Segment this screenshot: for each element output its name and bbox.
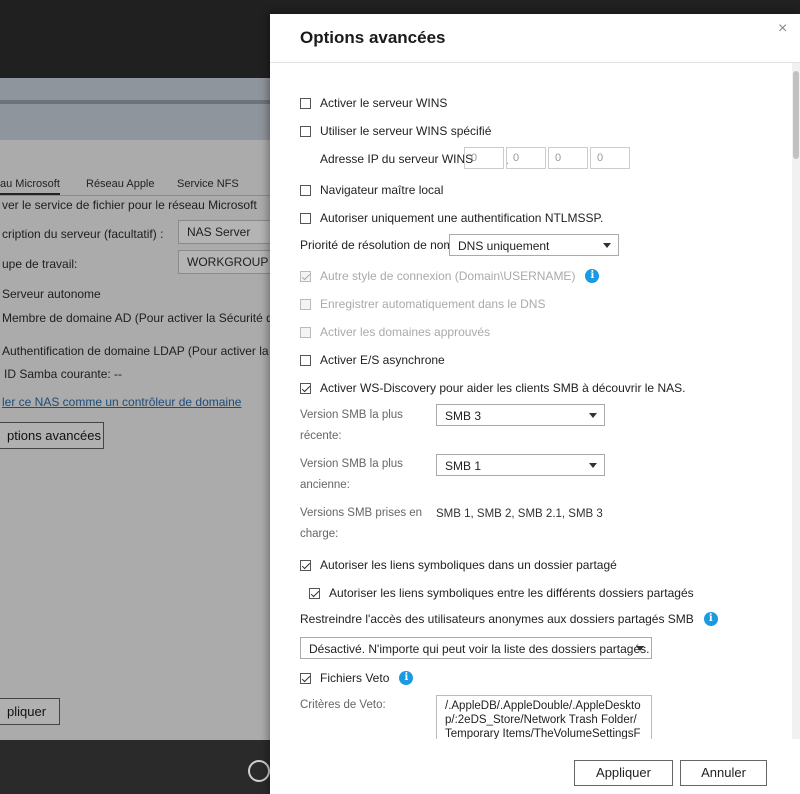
wins-ip-octet-3[interactable]: 0 [548, 147, 588, 169]
ws-discovery-row[interactable]: Activer WS-Discovery pour aider les clie… [300, 381, 685, 395]
wins-specified-row[interactable]: Utiliser le serveur WINS spécifié [300, 124, 491, 138]
smb-max-select[interactable]: SMB 3 [436, 404, 605, 426]
background-apply-button[interactable]: pliquer [0, 698, 60, 725]
info-icon[interactable]: i [399, 671, 414, 685]
veto-files-row[interactable]: Fichiers Veto i [300, 671, 414, 685]
dns-register-checkbox[interactable] [300, 298, 311, 310]
veto-files-checkbox[interactable] [300, 672, 311, 684]
cancel-button[interactable]: Annuler [680, 760, 767, 786]
anon-restrict-select[interactable]: Désactivé. N'importe qui peut voir la li… [300, 637, 652, 659]
wins-specified-label: Utiliser le serveur WINS spécifié [320, 124, 492, 138]
wins-specified-checkbox[interactable] [300, 125, 311, 137]
workgroup-input[interactable]: WORKGROUP [178, 250, 270, 274]
veto-criteria-label: Critères de Veto: [300, 699, 386, 711]
chevron-down-icon [589, 413, 597, 418]
veto-criteria-textarea[interactable]: /.AppleDB/.AppleDouble/.AppleDesktop/:2e… [436, 695, 652, 739]
login-style-checkbox[interactable] [300, 270, 311, 282]
ntlmssp-checkbox[interactable] [300, 212, 311, 224]
async-io-checkbox[interactable] [300, 354, 311, 366]
info-icon[interactable]: i [585, 269, 600, 283]
smb-min-select[interactable]: SMB 1 [436, 454, 605, 476]
ws-discovery-label: Activer WS-Discovery pour aider les clie… [320, 381, 686, 395]
trusted-domains-label: Activer les domaines approuvés [320, 325, 491, 339]
local-master-label: Navigateur maître local [320, 183, 444, 197]
tab-apple-network[interactable]: Réseau Apple [86, 178, 155, 190]
async-io-row[interactable]: Activer E/S asynchrone [300, 353, 445, 367]
advanced-options-dialog: Options avancées × Activer le serveur WI… [270, 14, 800, 794]
wins-server-checkbox[interactable] [300, 97, 311, 109]
name-resolution-select[interactable]: DNS uniquement [449, 234, 619, 256]
symlinks-share-checkbox[interactable] [300, 559, 311, 571]
apply-button[interactable]: Appliquer [574, 760, 673, 786]
wins-ip-octet-1[interactable]: 0 [464, 147, 504, 169]
login-style-label: Autre style de connexion (Domain\USERNAM… [320, 269, 576, 283]
symlinks-cross-label: Autoriser les liens symboliques entre le… [329, 586, 694, 600]
anon-restrict-row: Restreindre l'accès des utilisateurs ano… [300, 612, 718, 626]
symlinks-cross-row[interactable]: Autoriser les liens symboliques entre le… [309, 586, 694, 600]
symlinks-cross-checkbox[interactable] [309, 587, 320, 599]
local-master-checkbox[interactable] [300, 184, 311, 196]
symlinks-share-label: Autoriser les liens symboliques dans un … [320, 558, 617, 572]
ntlmssp-row[interactable]: Autoriser uniquement une authentificatio… [300, 211, 603, 225]
server-description-input[interactable]: NAS Server [178, 220, 270, 244]
background-tab-bar: au Microsoft Réseau Apple Service NFS [0, 174, 270, 196]
async-io-label: Activer E/S asynchrone [320, 353, 445, 367]
wins-ip-label: Adresse IP du serveur WINS [320, 152, 474, 166]
standalone-server-option[interactable]: Serveur autonome [2, 287, 101, 301]
trusted-domains-checkbox[interactable] [300, 326, 311, 338]
chevron-down-icon [589, 463, 597, 468]
dns-register-label: Enregistrer automatiquement dans le DNS [320, 297, 546, 311]
ws-discovery-checkbox[interactable] [300, 382, 311, 394]
ntlmssp-label: Autoriser uniquement une authentificatio… [320, 211, 604, 225]
domain-controller-link[interactable]: ler ce NAS comme un contrôleur de domain… [2, 395, 241, 409]
samba-id-text: ID Samba courante: -- [4, 367, 123, 381]
wins-ip-octet-4[interactable]: 0 [590, 147, 630, 169]
login-style-row[interactable]: Autre style de connexion (Domain\USERNAM… [300, 269, 600, 283]
background-window-header [0, 78, 270, 140]
trusted-domains-row[interactable]: Activer les domaines approuvés [300, 325, 490, 339]
bottom-bar [0, 740, 270, 794]
wins-server-row[interactable]: Activer le serveur WINS [300, 96, 447, 110]
smb-supported-value: SMB 1, SMB 2, SMB 2.1, SMB 3 [436, 508, 603, 520]
close-icon[interactable]: × [778, 20, 787, 38]
tab-nfs-service[interactable]: Service NFS [177, 178, 239, 190]
app-icon [248, 760, 270, 782]
smb-supported-label: Versions SMB prises en charge: [300, 507, 423, 540]
name-resolution-label: Priorité de résolution de nom: [300, 238, 457, 252]
wins-server-label: Activer le serveur WINS [320, 96, 448, 110]
smb-max-label: Version SMB la plus récente: [300, 409, 403, 442]
veto-files-label: Fichiers Veto [320, 671, 390, 685]
dialog-footer: Appliquer Annuler [270, 739, 800, 794]
tab-microsoft-network[interactable]: au Microsoft [0, 178, 60, 195]
symlinks-share-row[interactable]: Autoriser les liens symboliques dans un … [300, 558, 617, 572]
ad-domain-member-option[interactable]: Membre de domaine AD (Pour activer la Sé… [2, 311, 270, 325]
server-description-label: cription du serveur (facultatif) : [2, 227, 164, 241]
info-icon[interactable]: i [703, 612, 718, 626]
chevron-down-icon [636, 646, 644, 651]
local-master-row[interactable]: Navigateur maître local [300, 183, 443, 197]
dialog-title: Options avancées [300, 28, 446, 47]
ldap-domain-auth-option[interactable]: Authentification de domaine LDAP (Pour a… [2, 344, 270, 358]
dialog-scroll-area[interactable]: Activer le serveur WINS Utiliser le serv… [270, 63, 800, 739]
dns-register-row[interactable]: Enregistrer automatiquement dans le DNS [300, 297, 545, 311]
wins-ip-octet-2[interactable]: 0 [506, 147, 546, 169]
workgroup-label: upe de travail: [2, 257, 78, 271]
scrollbar-thumb[interactable] [793, 71, 799, 159]
background-window: au Microsoft Réseau Apple Service NFS ve… [0, 78, 270, 740]
anon-restrict-label: Restreindre l'accès des utilisateurs ano… [300, 612, 694, 626]
smb-min-label: Version SMB la plus ancienne: [300, 458, 403, 491]
chevron-down-icon [603, 243, 611, 248]
dialog-scrollbar[interactable] [792, 63, 800, 739]
enable-smb-label: ver le service de fichier pour le réseau… [2, 198, 257, 212]
advanced-options-button[interactable]: ptions avancées [0, 422, 104, 449]
